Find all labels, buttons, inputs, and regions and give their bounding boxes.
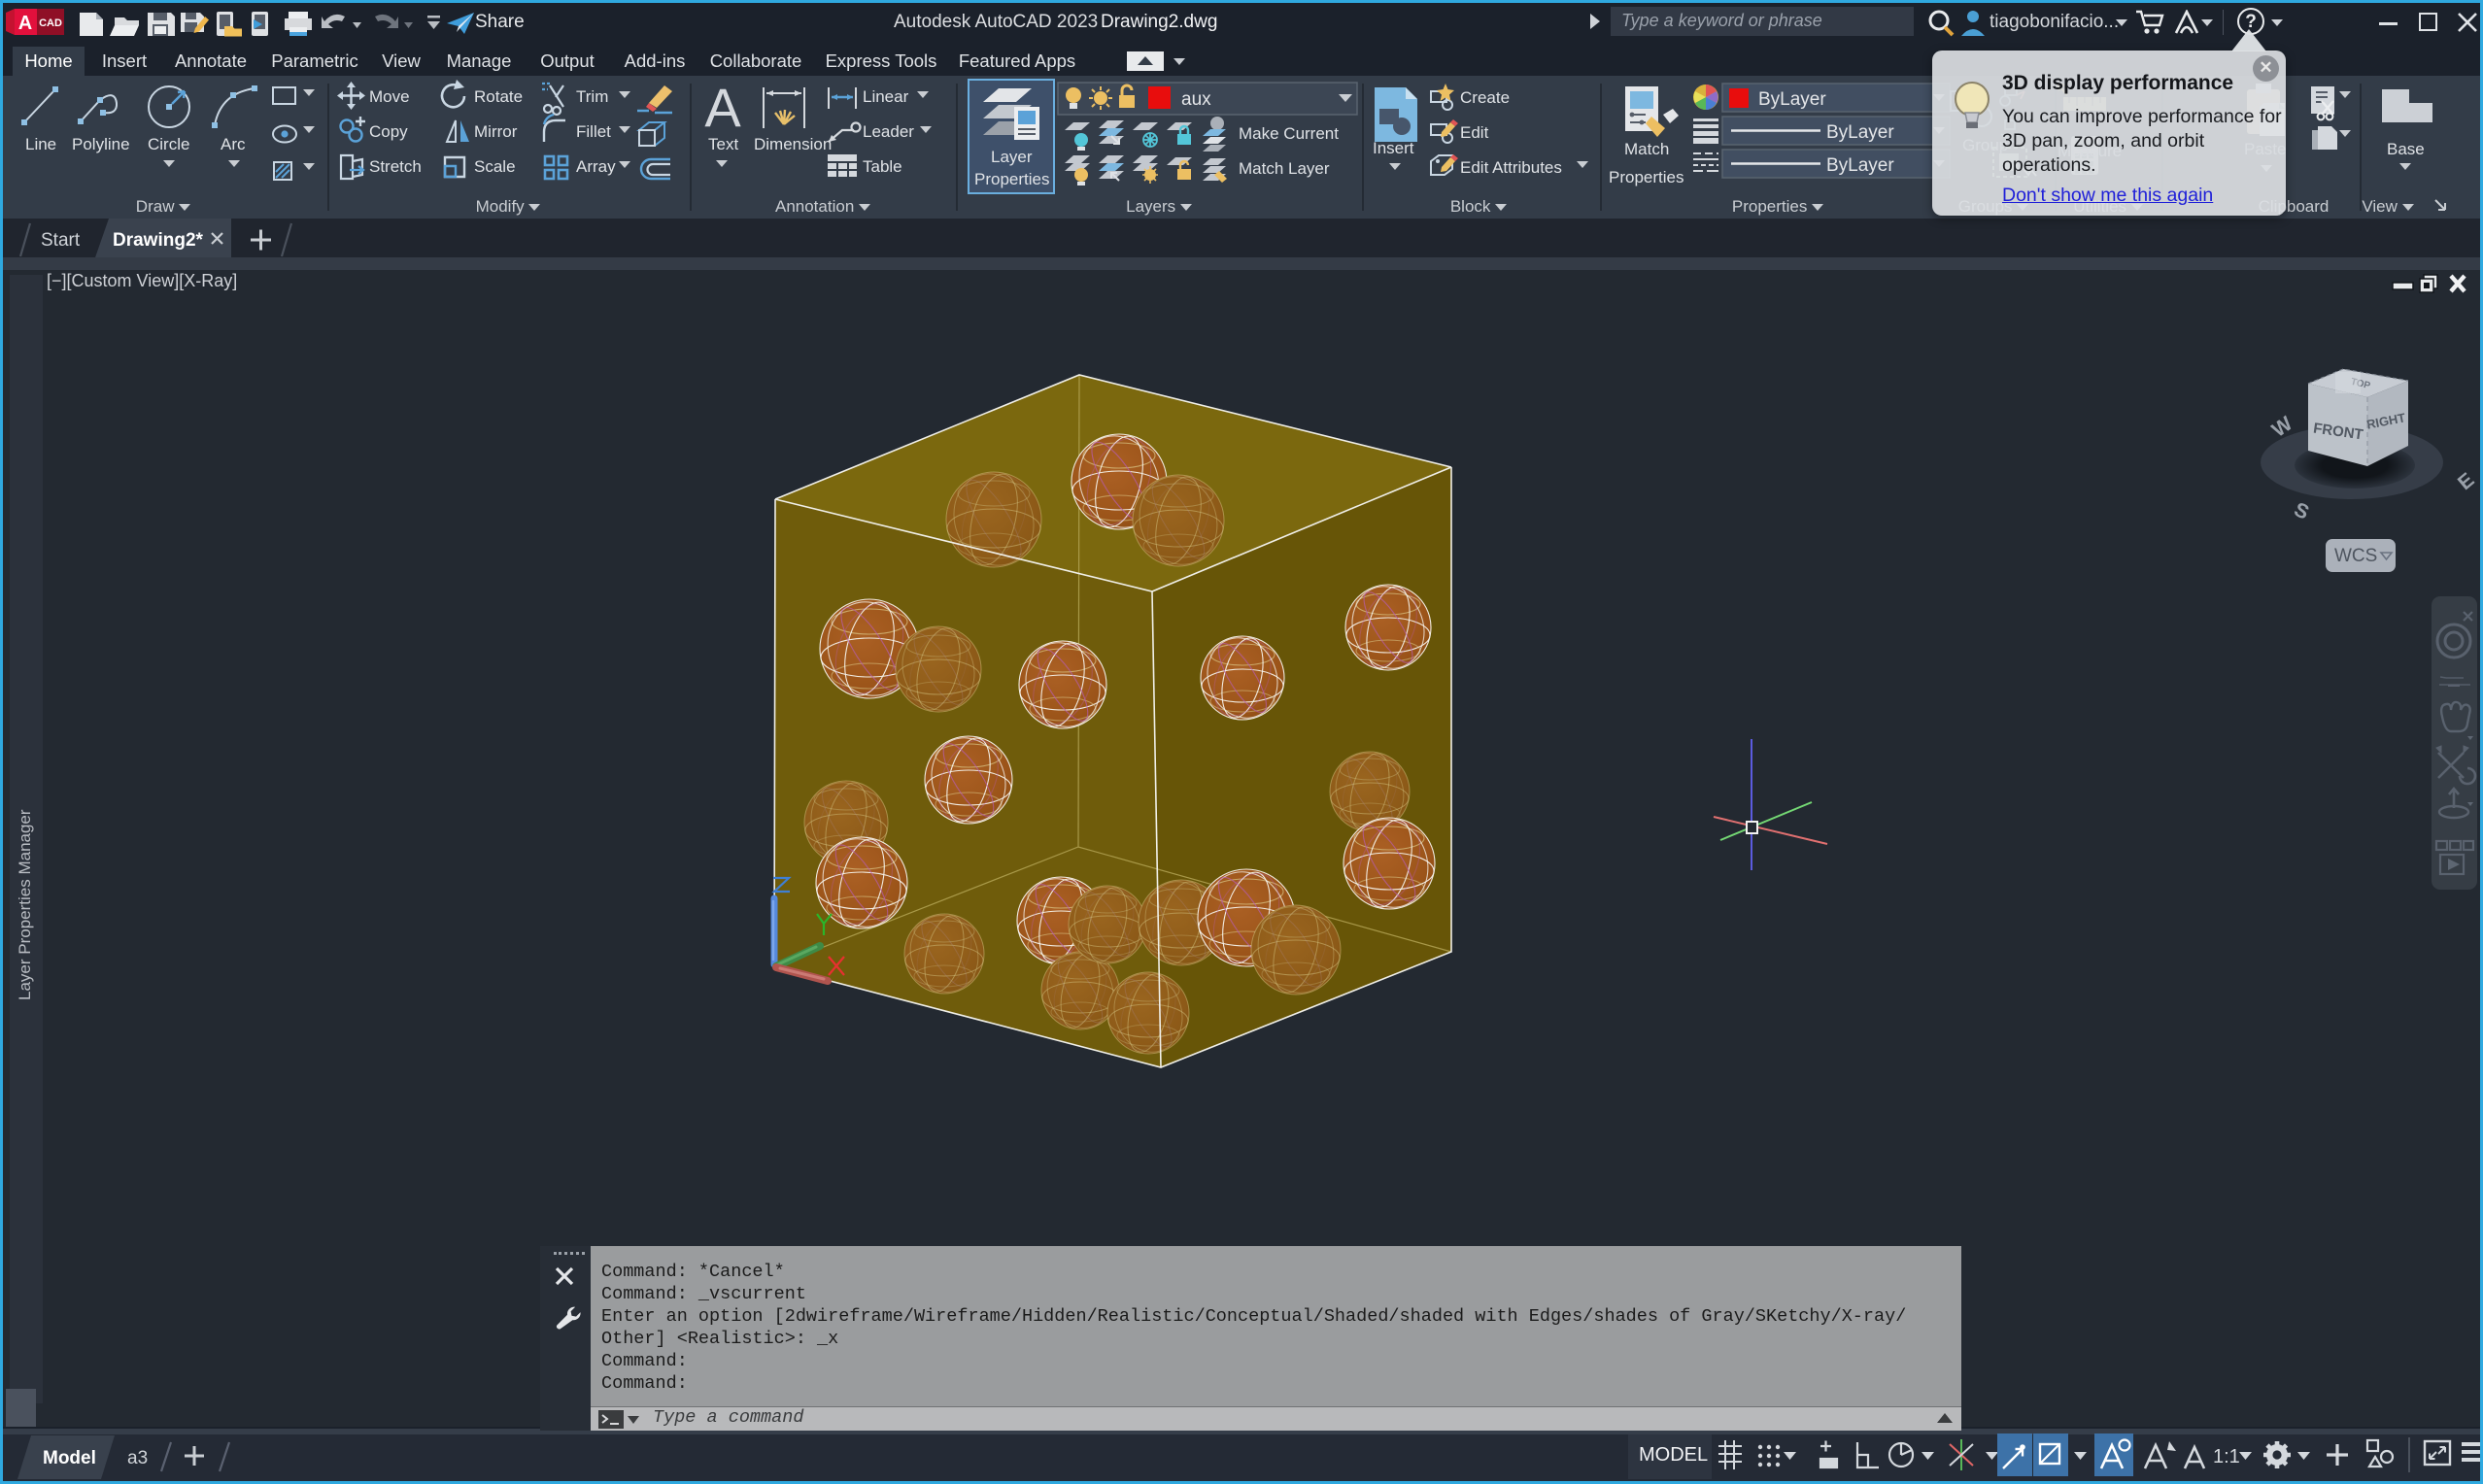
- svg-text:Drawing2*: Drawing2*: [113, 230, 204, 251]
- svg-text:a3: a3: [127, 1448, 148, 1468]
- svg-text:Model: Model: [43, 1448, 96, 1468]
- svg-text:ByLayer: ByLayer: [1826, 155, 1894, 176]
- svg-text:ByLayer: ByLayer: [1826, 122, 1894, 143]
- svg-text:ByLayer: ByLayer: [1758, 89, 1826, 110]
- svg-text:1:1: 1:1: [2213, 1446, 2240, 1467]
- svg-text:WCS: WCS: [2334, 546, 2377, 566]
- svg-text:S: S: [2291, 498, 2312, 524]
- svg-text:E: E: [2454, 469, 2479, 495]
- svg-text:Start: Start: [41, 230, 81, 251]
